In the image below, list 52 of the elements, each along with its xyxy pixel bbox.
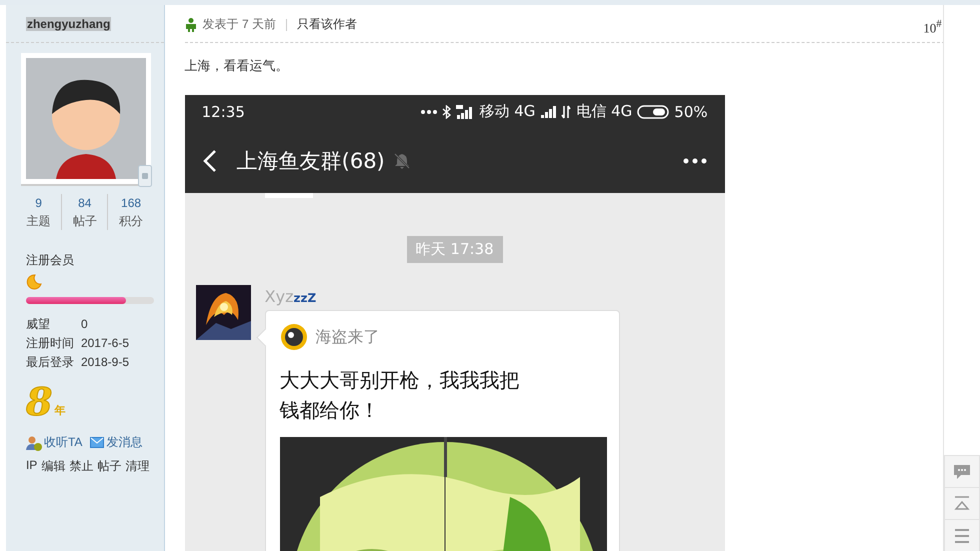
back-icon[interactable]	[202, 148, 217, 172]
more-dots-icon	[421, 110, 438, 114]
post-time: 发表于 7 天前	[202, 16, 276, 33]
pirate-icon	[280, 323, 308, 351]
floor-number: 10$^{#}$	[923, 18, 943, 37]
more-icon[interactable]	[682, 158, 707, 164]
phone-icon	[138, 165, 152, 187]
card-message: 大大大哥别开枪，我我我把 钱都给你！	[280, 367, 521, 424]
admin-link[interactable]: 编辑	[41, 458, 66, 475]
post-text: 上海，看看运气。	[184, 57, 290, 75]
battery-icon	[637, 104, 670, 118]
bluetooth-icon	[442, 104, 452, 118]
stat-value[interactable]: 84	[62, 194, 108, 212]
message-link[interactable]: 发消息	[90, 434, 142, 451]
follow-link[interactable]: 收听TA	[26, 434, 82, 451]
stat-label: 帖子	[72, 213, 98, 230]
signal-icon	[456, 104, 474, 118]
list-icon[interactable]	[953, 528, 972, 544]
status-text: 电信 4G	[576, 102, 632, 121]
user-add-icon	[26, 434, 42, 450]
info-value: 2018-9-5	[80, 354, 129, 371]
person-icon	[184, 18, 197, 32]
mail-icon	[90, 437, 104, 448]
info-value: 2017-6-5	[80, 335, 129, 352]
chat-timestamp: 昨天 17:38	[406, 236, 503, 263]
comment-icon[interactable]	[953, 462, 972, 480]
info-label: 威望	[26, 316, 51, 333]
chat-title: 上海鱼友群(68)	[236, 148, 385, 174]
years-medal: 8 年	[26, 380, 66, 422]
moon-icon	[26, 274, 42, 290]
status-text: 50%	[674, 102, 708, 120]
info-label: 最后登录	[26, 354, 75, 371]
signal-icon	[540, 106, 556, 118]
stat-value[interactable]: 9	[16, 194, 62, 212]
username[interactable]: zhengyuzhang	[26, 17, 112, 31]
stat-label: 主题	[26, 213, 52, 230]
sender-name: XyzzzZ	[264, 287, 316, 306]
info-value: 0	[80, 316, 88, 333]
stat-label: 积分	[118, 213, 144, 230]
user-group: 注册会员	[26, 253, 74, 267]
admin-link[interactable]: IP	[26, 458, 38, 475]
admin-link[interactable]: 清理	[125, 458, 150, 475]
admin-link[interactable]: 帖子	[97, 458, 122, 475]
back-to-top-icon[interactable]	[953, 494, 972, 512]
author-only-link[interactable]: 只看该作者	[296, 16, 357, 33]
admin-link[interactable]: 禁止	[69, 458, 94, 475]
stat-value[interactable]: 168	[108, 194, 154, 212]
info-label: 注册时间	[26, 335, 75, 352]
status-time: 12:35	[202, 102, 246, 120]
card-sender: 海盗来了	[316, 326, 380, 348]
status-text: 移动 4G	[479, 102, 536, 121]
data-arrows-icon	[561, 104, 572, 118]
